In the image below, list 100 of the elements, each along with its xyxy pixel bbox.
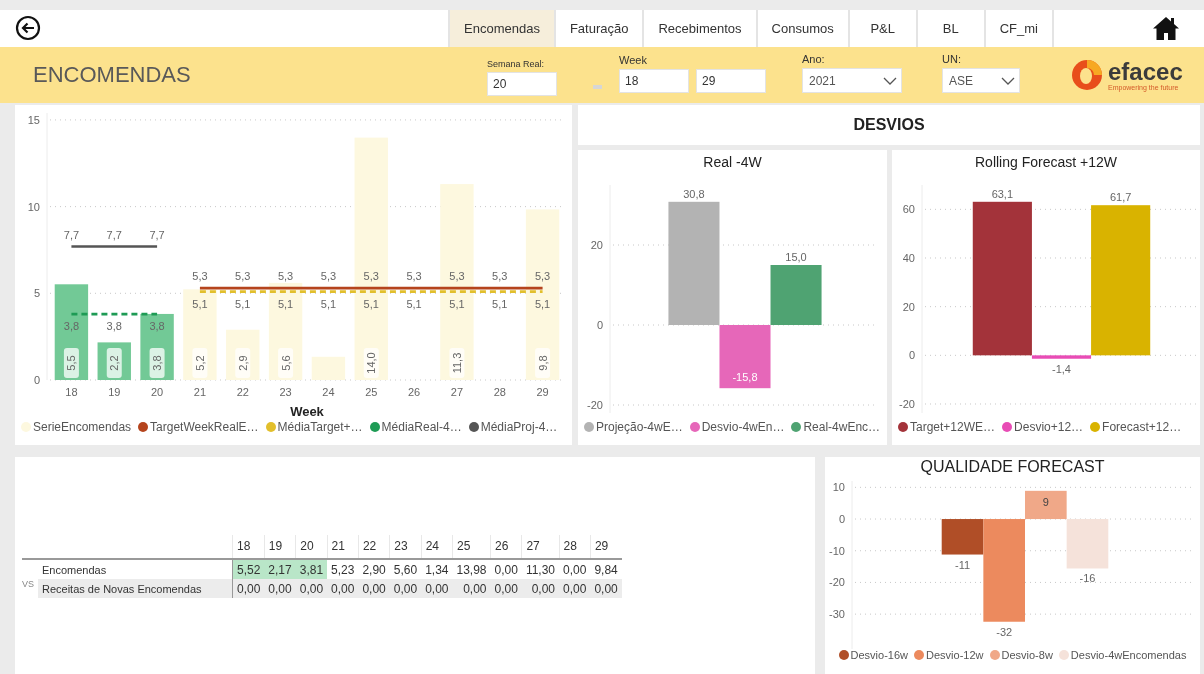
data-label: 5,1 — [363, 297, 379, 310]
data-label: -1,4 — [1052, 362, 1071, 375]
data-label: 2,9 — [236, 355, 249, 371]
dropdown[interactable]: 2021 — [802, 68, 902, 93]
legend-label: MédiaTarget+… — [277, 420, 363, 434]
legend-label: Target+12WE… — [910, 420, 996, 434]
logo-icon — [1070, 58, 1104, 92]
column-header: 19 — [264, 535, 296, 559]
legend-label: Desvio+12… — [1014, 420, 1084, 434]
home-icon[interactable] — [1152, 15, 1180, 41]
data-label: 5,3 — [449, 270, 465, 283]
data-label: 2,2 — [108, 355, 121, 371]
table-cell: 0,00 — [389, 579, 422, 598]
tab[interactable]: Encomendas — [448, 10, 556, 47]
axis-tick-label: 28 — [493, 386, 506, 398]
section-title: DESVIOS — [578, 105, 1200, 145]
data-label: 5,3 — [277, 270, 294, 283]
table-cell: 0,00 — [521, 579, 560, 598]
axis-tick-label: 21 — [193, 386, 207, 398]
data-label: 63,1 — [991, 187, 1014, 200]
axis-tick-label: -30 — [829, 608, 845, 621]
axis-tick-label: 29 — [536, 386, 549, 398]
legend-label: Desvio-12w — [926, 649, 984, 661]
axis-tick-label: 24 — [322, 386, 335, 398]
data-label: 14,0 — [365, 352, 378, 374]
table-cell: 0,00 — [327, 579, 359, 598]
column-header: 23 — [389, 535, 422, 559]
input-field[interactable]: 29 — [696, 68, 766, 93]
table-cell: 13,98 — [452, 559, 491, 579]
legend-label: Desvio-8w — [1001, 649, 1053, 661]
axis-tick-label: 19 — [108, 386, 121, 398]
data-label: 5,3 — [320, 270, 337, 283]
axis-tick-label: 20 — [902, 300, 915, 313]
dropdown[interactable]: ASE — [942, 68, 1020, 93]
axis-tick-label: -10 — [829, 544, 845, 557]
data-label: 7,7 — [63, 228, 80, 241]
data-label: 5,3 — [235, 270, 251, 283]
column-header: 27 — [521, 535, 560, 559]
table-cell: 0,00 — [490, 579, 522, 598]
data-label: 5,1 — [277, 297, 294, 310]
table-cell: 0,00 — [232, 579, 265, 598]
data-label: 11,3 — [450, 352, 463, 374]
data-label: -16 — [1079, 572, 1096, 585]
axis-tick-label: 20 — [150, 386, 164, 398]
row-label: Receitas de Novas Encomendas — [38, 579, 233, 598]
axis-tick-label: 5 — [33, 287, 40, 300]
data-label: 5,3 — [492, 270, 508, 283]
data-label: 3,8 — [63, 320, 80, 333]
data-label: 5,2 — [192, 348, 208, 378]
legend-label: Projeção-4wE… — [596, 420, 683, 434]
legend-label: TargetWeekRealE… — [150, 420, 259, 434]
axis-tick-label: 0 — [596, 319, 603, 331]
axis-tick-label: 60 — [902, 203, 915, 216]
data-label: 5,1 — [192, 297, 208, 310]
table-cell: 1,34 — [421, 559, 453, 579]
data-label: 5,6 — [279, 355, 292, 371]
table-cell: 0,00 — [264, 579, 296, 598]
data-label: 30,8 — [683, 187, 705, 200]
data-label: 5,3 — [534, 270, 551, 283]
table-cell: 0,00 — [559, 559, 591, 579]
axis-tick-label: -20 — [829, 576, 845, 589]
data-label: 15,0 — [785, 251, 807, 263]
data-label: 9,8 — [535, 348, 551, 378]
column-header: 26 — [490, 535, 522, 559]
chart-title: QUALIDADE FORECAST — [919, 457, 1106, 477]
input-field[interactable]: 20 — [487, 71, 557, 96]
data-label: 9,8 — [536, 355, 549, 371]
data-label: 5,1 — [235, 297, 251, 310]
table-cell: 5,23 — [327, 559, 359, 579]
dash-mark — [593, 85, 602, 89]
axis-tick-label: 27 — [450, 386, 464, 398]
chevron-icon — [1001, 76, 1015, 85]
table-cell: 0,00 — [421, 579, 453, 598]
axis-tick-label: 40 — [902, 252, 915, 264]
data-label: 5,5 — [65, 355, 78, 371]
back-icon[interactable] — [15, 15, 41, 41]
legend-label: Forecast+12… — [1102, 420, 1182, 434]
column-header: 22 — [358, 535, 390, 559]
filter-label: Semana Real: — [487, 58, 546, 69]
table-cell: 0,00 — [490, 559, 522, 579]
chart-title: Rolling Forecast +12W — [974, 153, 1118, 172]
legend-label: Desvio-4wEncomendas — [1070, 649, 1187, 661]
data-label: 5,1 — [534, 297, 551, 310]
chevron-icon — [883, 76, 897, 85]
legend-label: Desvio-4wEn… — [701, 420, 785, 434]
data-label: -15,8 — [732, 371, 758, 384]
input-field[interactable]: 18 — [619, 68, 689, 93]
column-header: 29 — [590, 535, 622, 559]
axis-tick-label: 25 — [365, 386, 378, 398]
axis-tick-label: -20 — [587, 399, 603, 411]
data-label: 5,6 — [278, 348, 294, 378]
page-title: ENCOMENDAS — [33, 62, 192, 88]
data-label: 3,8 — [106, 320, 122, 333]
data-label: 9 — [1042, 495, 1049, 508]
column-header: 25 — [452, 535, 491, 559]
data-label: 11,3 — [449, 348, 465, 378]
axis-tick-label: 23 — [279, 386, 292, 398]
filter-label: UN: — [942, 53, 962, 65]
legend-label: SerieEncomendas — [33, 420, 132, 434]
axis-tick-label: 15 — [27, 113, 40, 126]
